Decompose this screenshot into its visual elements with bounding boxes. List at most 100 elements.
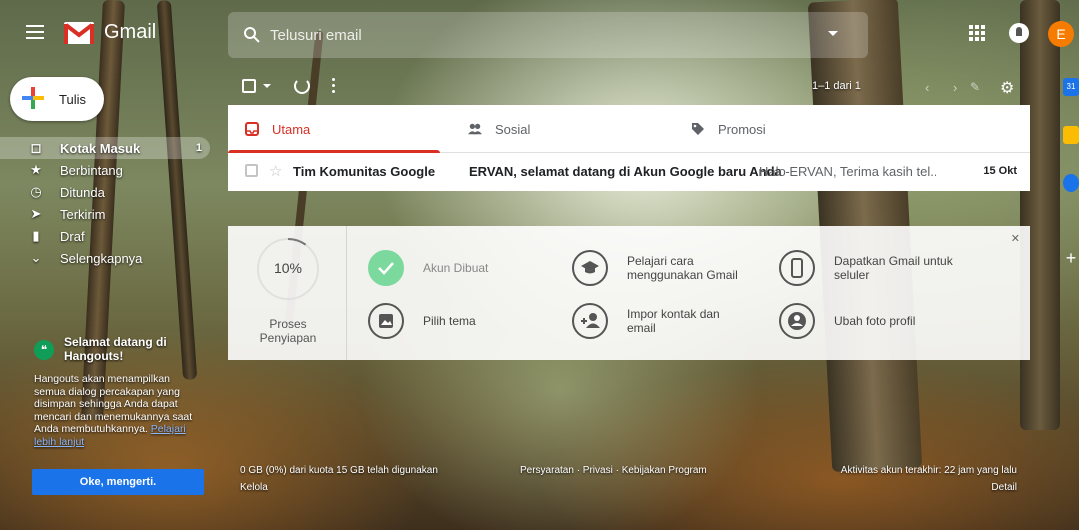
add-person-icon [572, 303, 608, 339]
setup-item-account-created[interactable]: Akun Dibuat [368, 250, 538, 286]
add-addon-icon[interactable]: + [1063, 249, 1079, 267]
apps-grid-icon[interactable] [969, 25, 985, 41]
active-tab-indicator [228, 150, 440, 153]
tab-label: Sosial [495, 122, 531, 137]
gmail-logo-icon[interactable] [64, 22, 94, 44]
notifications-icon[interactable] [1009, 23, 1029, 43]
email-checkbox[interactable] [245, 164, 258, 177]
inbox-icon: ◻ [30, 140, 42, 155]
next-page-icon[interactable]: › [953, 80, 957, 95]
tab-label: Promosi [718, 122, 766, 137]
setup-progress-card: ✕ 10% Proses Penyiapan Akun Dibuat Pilih… [228, 226, 1030, 360]
select-dropdown-icon[interactable] [263, 84, 271, 88]
setup-item-label: Impor kontak dan email [627, 307, 720, 335]
pagination-range: 1–1 dari 1 [812, 80, 861, 92]
category-tabs: Utama Sosial Promosi [228, 105, 1030, 153]
sidebar-item-label: Ditunda [60, 184, 105, 200]
compose-label: Tulis [59, 92, 86, 107]
sidebar-item-label: Terkirim [60, 206, 106, 222]
setup-item-label: Pelajari cara menggunakan Gmail [627, 254, 738, 282]
email-row[interactable]: ☆ Tim Komunitas Google ERVAN, selamat da… [228, 154, 1030, 188]
unread-count: 1 [195, 142, 202, 154]
storage-quota: 0 GB (0%) dari kuota 15 GB telah digunak… [240, 465, 438, 476]
check-icon [368, 250, 404, 286]
sidebar-item-label: Kotak Masuk [60, 140, 141, 156]
sidebar-item-more[interactable]: ⌄ Selengkapnya [0, 247, 210, 269]
send-icon: ➤ [30, 206, 42, 221]
draft-icon: ▮ [32, 228, 40, 243]
sidebar-item-snoozed[interactable]: ◷ Ditunda [0, 181, 210, 203]
activity-details-link[interactable]: Detail [991, 482, 1017, 493]
progress-value: 10% [273, 260, 303, 276]
setup-item-mobile-gmail[interactable]: Dapatkan Gmail untuk seluler [779, 250, 979, 286]
hangouts-title: Selamat datang di Hangouts! [64, 335, 167, 363]
email-subject: ERVAN, selamat datang di Akun Google bar… [469, 164, 790, 179]
sidebar-item-label: Berbintang [60, 162, 123, 178]
email-date: 15 Okt [983, 165, 1017, 177]
side-panel: 31 + [1061, 68, 1079, 298]
calendar-icon[interactable]: 31 [1063, 78, 1079, 96]
sidebar-item-label: Selengkapnya [60, 250, 143, 266]
setup-item-label: Pilih tema [423, 314, 476, 328]
terms-privacy-links[interactable]: Persyaratan · Privasi · Kebijakan Progra… [520, 465, 707, 476]
tab-social[interactable]: Sosial [451, 105, 661, 153]
settings-gear-icon[interactable]: ⚙ [1000, 78, 1014, 98]
star-toggle-icon[interactable]: ☆ [269, 162, 282, 180]
people-icon [468, 123, 482, 135]
tab-promotions[interactable]: Promosi [674, 105, 884, 153]
divider [346, 226, 347, 360]
account-avatar[interactable]: E [1048, 21, 1074, 47]
search-input[interactable] [270, 24, 790, 46]
search-icon[interactable] [243, 26, 261, 44]
compose-button[interactable]: Tulis [10, 77, 104, 121]
setup-item-choose-theme[interactable]: Pilih tema [368, 303, 538, 339]
top-bar: Gmail E [0, 0, 1079, 68]
email-snippet: Halo ERVAN, Terima kasih tel... [759, 164, 936, 179]
inbox-tab-icon [245, 122, 259, 136]
tab-primary[interactable]: Utama [228, 105, 440, 153]
mail-toolbar: 1–1 dari 1 ‹ › ✎ ⚙ [228, 74, 1030, 100]
input-tools-icon[interactable]: ✎ [970, 80, 980, 94]
setup-item-import-contacts[interactable]: Impor kontak dan email [572, 303, 762, 339]
manage-storage-link[interactable]: Kelola [240, 482, 268, 493]
ok-got-it-button[interactable]: Oke, mengerti. [32, 469, 204, 495]
close-icon[interactable]: ✕ [1011, 232, 1020, 245]
previous-page-icon[interactable]: ‹ [925, 80, 929, 95]
page-footer: 0 GB (0%) dari kuota 15 GB telah digunak… [228, 465, 1030, 505]
sidebar-item-starred[interactable]: ★ Berbintang [0, 159, 210, 181]
search-options-icon[interactable] [828, 31, 838, 36]
compose-plus-icon [22, 87, 44, 109]
hangouts-description: Hangouts akan menampilkan semua dialog p… [34, 373, 204, 448]
email-subject-text: ERVAN, selamat datang di Akun Google bar… [469, 164, 782, 179]
sidebar-nav: ◻ Kotak Masuk 1 ★ Berbintang ◷ Ditunda ➤… [0, 137, 210, 269]
sidebar-item-inbox[interactable]: ◻ Kotak Masuk 1 [0, 137, 210, 159]
setup-item-change-photo[interactable]: Ubah foto profil [779, 303, 979, 339]
progress-label: Proses Penyiapan [259, 317, 317, 345]
image-icon [368, 303, 404, 339]
main-menu-icon[interactable] [26, 25, 44, 39]
tasks-icon[interactable] [1063, 174, 1079, 192]
search-bar[interactable] [228, 12, 868, 58]
setup-item-learn-gmail[interactable]: Pelajari cara menggunakan Gmail [572, 250, 762, 286]
account-icon [779, 303, 815, 339]
app-name: Gmail [104, 21, 157, 43]
setup-item-label: Dapatkan Gmail untuk seluler [834, 254, 953, 282]
refresh-icon[interactable] [294, 78, 310, 94]
sidebar-item-sent[interactable]: ➤ Terkirim [0, 203, 210, 225]
keep-icon[interactable] [1063, 126, 1079, 144]
last-account-activity: Aktivitas akun terakhir: 22 jam yang lal… [840, 465, 1017, 476]
star-icon: ★ [30, 162, 42, 177]
tag-icon [692, 123, 704, 135]
more-options-icon[interactable] [332, 78, 336, 94]
tab-label: Utama [272, 122, 311, 137]
mail-list-panel: Utama Sosial Promosi ☆ Tim Komunitas Goo… [228, 105, 1030, 191]
setup-item-label: Ubah foto profil [834, 314, 916, 328]
sidebar-item-label: Draf [60, 228, 85, 244]
clock-icon: ◷ [30, 184, 42, 199]
setup-item-label: Akun Dibuat [423, 261, 489, 275]
hangouts-icon: ❝ [34, 340, 54, 360]
school-icon [572, 250, 608, 286]
chevron-down-icon: ⌄ [30, 250, 42, 265]
select-all-checkbox[interactable] [242, 79, 256, 93]
sidebar-item-drafts[interactable]: ▮ Draf [0, 225, 210, 247]
